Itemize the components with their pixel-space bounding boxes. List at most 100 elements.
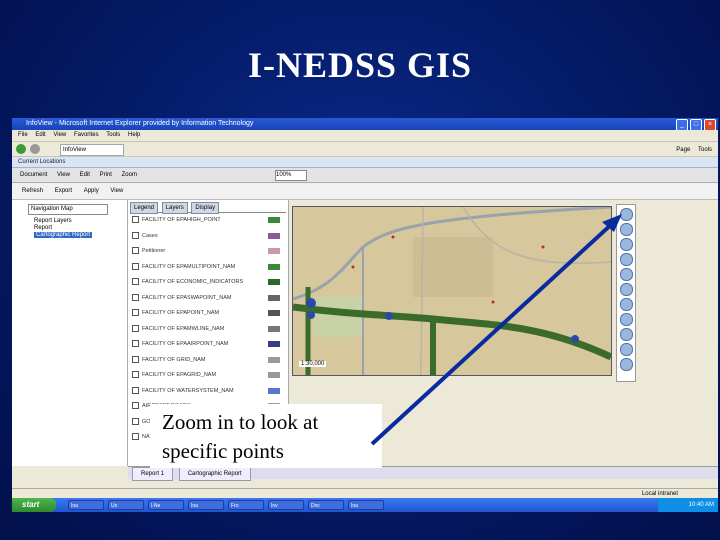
layer-label: FACILITY OF EPAGRID_NAM	[142, 372, 217, 378]
toolbar-edit[interactable]: Edit	[80, 172, 90, 178]
layer-checkbox[interactable]	[132, 216, 139, 224]
toolbar-view[interactable]: View	[57, 172, 70, 178]
layer-checkbox[interactable]	[132, 247, 139, 255]
layer-label: FACILITY OF WATERSYSTEM_NAM	[142, 387, 234, 394]
page-menu[interactable]: Page	[676, 147, 690, 153]
refresh-button[interactable]: Refresh	[22, 188, 43, 194]
layer-item: Cases	[132, 231, 282, 240]
navigation-dropdown[interactable]: Navigation Map	[28, 204, 108, 215]
layer-label: FACILITY OF EPASWAPOINT_NAM	[142, 294, 232, 301]
navigation-panel: Navigation Map Report Layers Report Cart…	[12, 200, 128, 466]
layer-swatch	[268, 372, 280, 378]
layer-item: FACILITY OF EPAAIRPOINT_NAM	[132, 340, 282, 348]
taskbar-item[interactable]: Ina	[188, 500, 224, 510]
layer-checkbox[interactable]	[132, 293, 139, 301]
breadcrumb[interactable]: Current Locations	[18, 159, 65, 165]
tab-legend[interactable]: Legend	[130, 202, 159, 214]
layer-checkbox[interactable]	[132, 324, 139, 332]
forward-icon[interactable]	[30, 144, 40, 154]
browser-tab[interactable]: InfoView	[60, 144, 124, 156]
map-tools	[616, 204, 636, 382]
menu-file[interactable]: File	[18, 132, 28, 138]
layer-checkbox[interactable]	[132, 231, 139, 239]
layer-label: FACILITY OF ECONOMIC_INDICATORS	[142, 279, 244, 285]
zoom-select[interactable]: 100%	[275, 170, 307, 181]
print-icon[interactable]	[620, 358, 633, 371]
layer-item: FACILITY OF GRID_NAM	[132, 355, 282, 364]
layer-swatch	[268, 248, 280, 254]
tab-display[interactable]: Display	[191, 202, 220, 214]
taskbar-item[interactable]: Un	[108, 500, 144, 510]
layer-item: Petitioner	[132, 247, 282, 255]
map-view[interactable]: 1:30,000	[292, 206, 612, 376]
buffer-icon[interactable]	[620, 313, 633, 326]
layer-item: FACILITY OF EPAMULTIPOINT_NAM	[132, 262, 282, 271]
layer-swatch	[268, 217, 280, 223]
select-icon[interactable]	[620, 283, 633, 296]
full-extent-icon[interactable]	[620, 253, 633, 266]
layer-label: FACILITY OF EPAPOINT_NAM	[142, 310, 220, 316]
layer-item: FACILITY OF EPAPOINT_NAM	[132, 309, 282, 317]
layer-swatch	[268, 279, 280, 285]
layer-checkbox[interactable]	[132, 433, 139, 441]
window-title: InfoView - Microsoft Internet Explorer p…	[26, 120, 254, 127]
layer-checkbox[interactable]	[132, 417, 139, 425]
taskbar-item[interactable]: Inv	[268, 500, 304, 510]
menu-favorites[interactable]: Favorites	[74, 132, 99, 138]
export-button[interactable]: Export	[55, 188, 72, 194]
layer-item: FACILITY OF EPASWAPOINT_NAM	[132, 293, 282, 302]
layer-label: FACILITY OF GRID_NAM	[142, 356, 206, 363]
measure-icon[interactable]	[620, 298, 633, 311]
taskbar-item[interactable]: Doc	[308, 500, 344, 510]
layer-checkbox[interactable]	[132, 340, 139, 348]
window-titlebar: InfoView - Microsoft Internet Explorer p…	[12, 118, 718, 131]
tree-item[interactable]: Report Layers	[34, 218, 92, 225]
menu-tools[interactable]: Tools	[106, 132, 120, 138]
toolbar-zoom[interactable]: Zoom	[122, 172, 137, 178]
layer-label: Cases	[142, 232, 158, 239]
layer-label: FACILITY OF EPAAIRPOINT_NAM	[142, 341, 229, 347]
layer-swatch	[268, 294, 280, 301]
layer-swatch	[268, 263, 280, 270]
taskbar-item[interactable]: Ina	[68, 500, 104, 510]
tab-report-1[interactable]: Report 1	[132, 467, 174, 481]
view-button[interactable]: View	[110, 188, 123, 194]
menu-view[interactable]: View	[53, 132, 66, 138]
label-icon[interactable]	[620, 328, 633, 341]
zoom-out-icon[interactable]	[620, 238, 633, 251]
layer-label: FACILITY OF EPAMWLINE_NAM	[142, 325, 225, 332]
layer-item: FACILITY OF ECONOMIC_INDICATORS	[132, 278, 282, 286]
tree-item[interactable]: Report	[34, 225, 92, 232]
taskbar-item[interactable]: Fro	[228, 500, 264, 510]
tab-cartographic-report[interactable]: Cartographic Report	[178, 467, 251, 481]
apply-button[interactable]: Apply	[84, 188, 99, 194]
taskbar-item[interactable]: I-Ne	[148, 500, 184, 510]
taskbar-item[interactable]: Ina	[348, 500, 384, 510]
layer-item: FACILITY OF EPAGRID_NAM	[132, 371, 282, 379]
layer-checkbox[interactable]	[132, 386, 139, 394]
toolbar-document[interactable]: Document	[20, 172, 47, 178]
tree-item-selected[interactable]: Cartographic Report	[34, 232, 93, 238]
layer-checkbox[interactable]	[132, 355, 139, 363]
tools-menu[interactable]: Tools	[698, 147, 712, 153]
back-icon[interactable]	[16, 144, 26, 154]
start-button[interactable]: start	[12, 498, 56, 512]
layer-checkbox[interactable]	[132, 309, 139, 317]
zoom-in-icon[interactable]	[620, 223, 633, 236]
identify-icon[interactable]	[620, 268, 633, 281]
pan-icon[interactable]	[620, 208, 633, 221]
layer-checkbox[interactable]	[132, 262, 139, 270]
layer-item: FACILITY OF EPAHIGH_POINT	[132, 216, 282, 224]
menu-edit[interactable]: Edit	[35, 132, 45, 138]
caption-text: Zoom in to look at specific points	[162, 410, 319, 463]
layer-swatch	[268, 356, 280, 363]
layer-checkbox[interactable]	[132, 278, 139, 286]
layer-label: FACILITY OF EPAMULTIPOINT_NAM	[142, 263, 236, 270]
menu-help[interactable]: Help	[128, 132, 140, 138]
layer-checkbox[interactable]	[132, 371, 139, 379]
toolbar-print[interactable]: Print	[100, 172, 112, 178]
clear-icon[interactable]	[620, 343, 633, 356]
layer-checkbox[interactable]	[132, 402, 139, 410]
document-toolbar: Document View Edit Print Zoom 100%	[12, 168, 718, 183]
tab-layers[interactable]: Layers	[161, 202, 188, 214]
